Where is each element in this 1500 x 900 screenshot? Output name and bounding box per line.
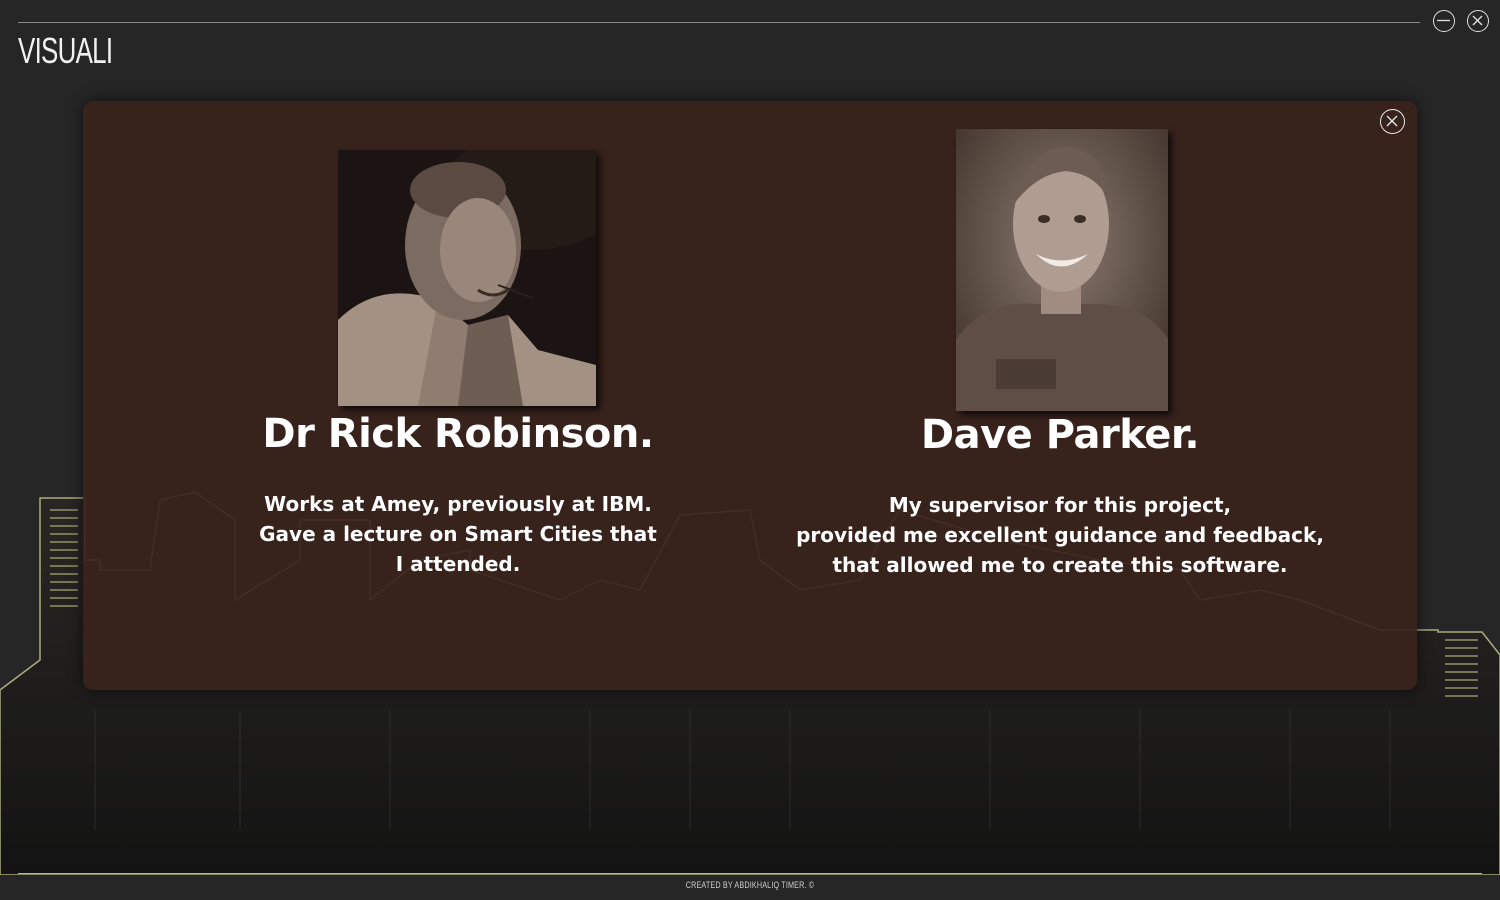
- portrait-photo-dave: [956, 129, 1168, 411]
- description-line: My supervisor for this project,: [888, 493, 1232, 517]
- description-line: that allowed me to create this software.: [832, 553, 1288, 577]
- description-line: Gave a lecture on Smart Cities that: [259, 522, 657, 546]
- description-line: provided me excellent guidance and feedb…: [796, 523, 1324, 547]
- minimize-button[interactable]: [1433, 10, 1455, 32]
- app-title: VISUALI: [18, 30, 113, 71]
- modal-close-button[interactable]: [1380, 109, 1405, 134]
- minimize-icon: [1437, 19, 1450, 22]
- acknowledgements-modal: Dr Rick Robinson. Dave Parker. Works at …: [83, 101, 1417, 690]
- person-description-dave: My supervisor for this project, provided…: [760, 490, 1360, 580]
- title-divider: [18, 22, 1420, 23]
- window-close-button[interactable]: [1467, 10, 1489, 32]
- footer-credit: CREATED BY ABDIKHALIQ TIMER. ©: [685, 880, 815, 890]
- person-description-rick: Works at Amey, previously at IBM. Gave a…: [238, 489, 678, 579]
- close-icon: [1386, 115, 1398, 127]
- footer-divider: [18, 873, 1482, 874]
- portrait-photo-rick: [338, 150, 596, 406]
- close-icon: [1472, 15, 1483, 26]
- person-name-dave: Dave Parker.: [920, 412, 1200, 458]
- description-line: Works at Amey, previously at IBM.: [264, 492, 652, 516]
- person-name-rick: Dr Rick Robinson.: [262, 411, 654, 457]
- description-line: I attended.: [395, 552, 521, 576]
